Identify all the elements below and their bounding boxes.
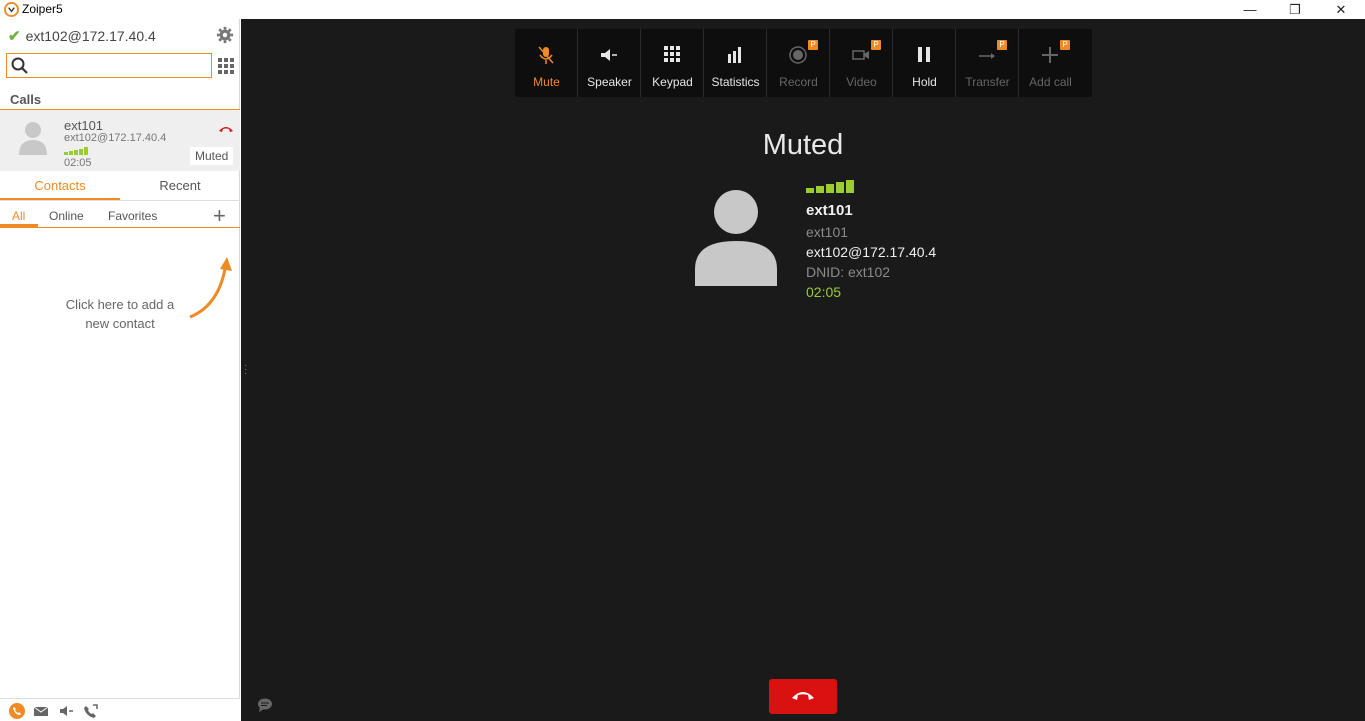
signal-strength-icon: [64, 147, 88, 155]
video-icon: [852, 50, 869, 60]
avatar-icon: [19, 122, 47, 155]
call-view: · · · Mute Speaker Keypad Statistics P R…: [241, 19, 1365, 721]
mute-label: Mute: [533, 75, 560, 89]
phone-icon[interactable]: [9, 703, 25, 719]
hangup-icon[interactable]: [218, 125, 234, 133]
keypad-button[interactable]: Keypad: [641, 29, 704, 97]
add-call-label: Add call: [1029, 75, 1072, 89]
speaker-icon: [601, 49, 617, 61]
hangup-button[interactable]: [769, 679, 837, 714]
call-list-item[interactable]: ext101 ext102@172.17.40.4 02:05 Muted: [0, 110, 240, 171]
keypad-icon: [664, 46, 680, 62]
transfer-icon: [979, 53, 995, 59]
call-name: ext101: [64, 118, 104, 133]
close-button[interactable]: ✕: [1318, 0, 1364, 19]
calls-header: Calls: [10, 92, 42, 107]
transfer-label: Transfer: [965, 75, 1010, 89]
premium-badge: P: [808, 40, 818, 50]
panel-splitter[interactable]: · · ·: [244, 361, 247, 379]
statistics-button[interactable]: Statistics: [704, 29, 767, 97]
dialpad-icon[interactable]: [217, 57, 235, 75]
window-title: Zoiper5: [22, 2, 63, 16]
peer-name: ext101: [806, 202, 853, 219]
contact-filter-tabs: All Online Favorites +: [0, 203, 240, 228]
contact-avatar-icon: [695, 190, 777, 286]
filter-all[interactable]: All: [12, 209, 25, 223]
pause-icon: [918, 47, 930, 62]
premium-badge: P: [871, 40, 881, 50]
account-status[interactable]: ✔ ext102@172.17.40.4: [8, 27, 156, 45]
statistics-icon: [728, 47, 741, 63]
gear-icon[interactable]: [216, 26, 234, 44]
call-timer: 02:05: [806, 284, 842, 300]
bottom-toolbar: [0, 698, 240, 721]
call-forward-icon[interactable]: [83, 703, 99, 719]
account-label: ext102@172.17.40.4: [25, 28, 156, 44]
search-icon: [11, 57, 28, 74]
premium-badge: P: [1060, 40, 1070, 50]
chat-icon[interactable]: [257, 697, 273, 713]
filter-online[interactable]: Online: [49, 209, 84, 223]
sidebar: ✔ ext102@172.17.40.4 Calls ext101 ext102…: [0, 19, 240, 721]
filter-favorites[interactable]: Favorites: [108, 209, 157, 223]
video-label: Video: [846, 75, 877, 89]
video-button[interactable]: P Video: [830, 29, 893, 97]
speaker-icon[interactable]: [58, 703, 74, 719]
add-call-button[interactable]: P Add call: [1019, 29, 1082, 97]
hold-button[interactable]: Hold: [893, 29, 956, 97]
hangup-icon: [792, 692, 814, 700]
tab-contacts[interactable]: Contacts: [0, 171, 120, 200]
muted-badge: Muted: [190, 147, 234, 165]
transfer-button[interactable]: P Transfer: [956, 29, 1019, 97]
zoiper-logo-icon: [4, 2, 19, 17]
contacts-tabs: Contacts Recent: [0, 171, 240, 201]
tab-recent[interactable]: Recent: [120, 171, 240, 200]
search-input[interactable]: [6, 53, 212, 78]
hold-label: Hold: [912, 75, 937, 89]
call-address: ext102@172.17.40.4: [64, 132, 167, 144]
title-bar: Zoiper5 — ❐ ✕: [0, 0, 1365, 19]
speaker-label: Speaker: [587, 75, 632, 89]
active-filter-indicator: [0, 224, 38, 227]
add-call-icon: [1042, 47, 1058, 63]
minimize-button[interactable]: —: [1227, 0, 1273, 19]
add-contact-hint[interactable]: Click here to add a new contact: [55, 295, 185, 333]
premium-badge: P: [997, 40, 1007, 50]
call-duration: 02:05: [64, 157, 92, 169]
mute-button[interactable]: Mute: [515, 29, 578, 97]
peer-dnid: DNID: ext102: [806, 264, 891, 280]
mail-icon[interactable]: [33, 703, 49, 719]
mic-muted-icon: [538, 46, 554, 64]
keypad-label: Keypad: [652, 75, 693, 89]
statistics-label: Statistics: [711, 75, 760, 89]
curved-arrow-icon: [189, 257, 232, 319]
peer-display-name: ext101: [806, 224, 849, 240]
call-toolbar: Mute Speaker Keypad Statistics P Record …: [515, 29, 1092, 97]
check-icon: ✔: [8, 28, 21, 45]
call-status: Muted: [762, 129, 844, 161]
peer-address: ext102@172.17.40.4: [806, 244, 937, 260]
speaker-button[interactable]: Speaker: [578, 29, 641, 97]
restore-button[interactable]: ❐: [1272, 0, 1318, 19]
record-label: Record: [779, 75, 818, 89]
record-icon: [789, 46, 807, 64]
add-contact-icon[interactable]: +: [213, 203, 226, 229]
record-button[interactable]: P Record: [767, 29, 830, 97]
signal-strength-icon: [806, 180, 854, 193]
